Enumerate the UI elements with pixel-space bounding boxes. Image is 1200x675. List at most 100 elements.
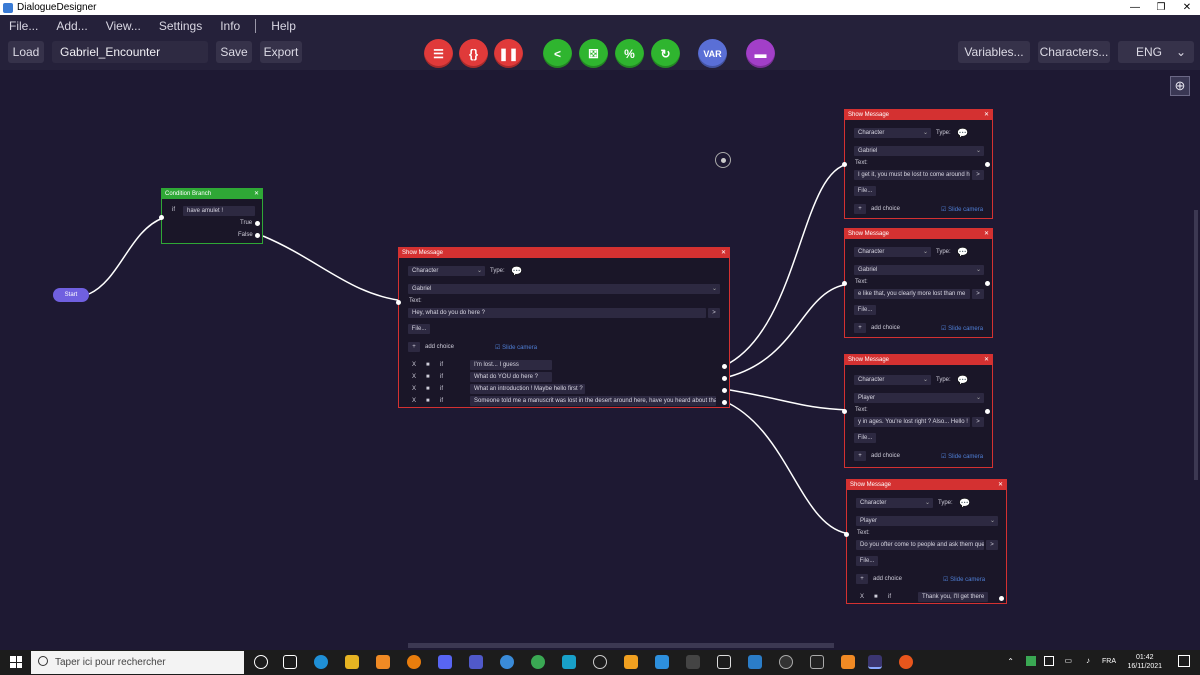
sublime-icon[interactable] [841, 655, 855, 669]
app-icon[interactable] [500, 655, 514, 669]
remove-choice-icon[interactable]: X [412, 386, 416, 392]
menu-file[interactable]: File... [0, 19, 47, 33]
teams-icon[interactable] [469, 655, 483, 669]
save-button[interactable]: Save [216, 41, 252, 63]
add-choice-button[interactable]: + [856, 574, 868, 584]
vertical-scrollbar[interactable] [1194, 210, 1198, 480]
expand-text-button[interactable]: > [972, 170, 984, 180]
app-icon[interactable] [624, 655, 638, 669]
notification-icon[interactable] [1178, 655, 1190, 667]
app-icon[interactable] [717, 655, 731, 669]
menu-settings[interactable]: Settings [150, 19, 211, 33]
add-choice-button[interactable]: + [854, 451, 866, 461]
add-branch-button[interactable]: < [543, 39, 572, 68]
slide-camera-checkbox[interactable]: ☑ Slide camera [495, 344, 537, 351]
unreal-icon[interactable] [779, 655, 793, 669]
character-select[interactable]: Gabriel ⌄ [854, 265, 984, 275]
discord-icon[interactable] [438, 655, 452, 669]
output-port[interactable] [985, 281, 990, 286]
add-random-button[interactable]: ⚄ [579, 39, 608, 68]
choice-text-input[interactable]: What do YOU do here ? [470, 372, 552, 382]
tray-app-icon[interactable] [1044, 656, 1054, 666]
true-port[interactable] [255, 221, 260, 226]
character-select[interactable]: Player ⌄ [854, 393, 984, 403]
chrome-icon[interactable] [531, 655, 545, 669]
maximize-button[interactable]: ❐ [1148, 0, 1174, 15]
firefox-icon[interactable] [899, 655, 913, 669]
choice-port[interactable] [722, 364, 727, 369]
choice-checkbox[interactable]: ■ [426, 374, 430, 380]
app-icon[interactable] [748, 655, 762, 669]
menu-add[interactable]: Add... [47, 19, 96, 33]
add-wait-button[interactable]: ❚❚ [494, 39, 523, 68]
horizontal-scrollbar[interactable] [408, 643, 834, 648]
character-select[interactable]: Gabriel ⌄ [408, 284, 720, 294]
tray-app-icon[interactable] [1026, 656, 1036, 666]
file-button[interactable]: File... [856, 556, 878, 566]
remove-choice-icon[interactable]: X [412, 374, 416, 380]
input-port[interactable] [842, 162, 847, 167]
epic-games-icon[interactable] [810, 655, 824, 669]
choice-text-input[interactable]: Thank you, I'll get there [918, 592, 988, 602]
input-port[interactable] [842, 281, 847, 286]
output-port[interactable] [985, 162, 990, 167]
add-repeat-button[interactable]: ↻ [651, 39, 680, 68]
app-icon[interactable] [562, 655, 576, 669]
add-choice-button[interactable]: + [854, 204, 866, 214]
slide-camera-checkbox[interactable]: ☑ Slide camera [943, 576, 985, 583]
close-icon[interactable]: ✕ [984, 355, 989, 365]
message-node-reply3[interactable]: Show Message ✕ Character ⌄ Type: 💬 Player… [842, 354, 993, 468]
false-port[interactable] [255, 233, 260, 238]
choice-text-input[interactable]: I'm lost... I guess [470, 360, 552, 370]
close-icon[interactable]: ✕ [254, 189, 259, 199]
character-select[interactable]: Gabriel ⌄ [854, 146, 984, 156]
slide-camera-checkbox[interactable]: ☑ Slide camera [941, 206, 983, 213]
vscode-icon[interactable] [655, 655, 669, 669]
file-button[interactable]: File... [854, 186, 876, 196]
remove-choice-icon[interactable]: X [412, 362, 416, 368]
output-port[interactable] [985, 409, 990, 414]
start-node[interactable]: Start [53, 288, 89, 302]
speech-bubble-icon[interactable]: 💬 [957, 247, 968, 258]
close-icon[interactable]: ✕ [984, 229, 989, 239]
menu-info[interactable]: Info [211, 19, 249, 33]
characters-button[interactable]: Characters... [1038, 41, 1110, 63]
input-port[interactable] [396, 300, 401, 305]
slide-camera-checkbox[interactable]: ☑ Slide camera [941, 453, 983, 460]
menu-help[interactable]: Help [262, 19, 305, 33]
choice-text-input[interactable]: Someone told me a manuscrit was lost in … [470, 396, 716, 406]
speech-bubble-icon[interactable]: 💬 [959, 498, 970, 509]
close-icon[interactable]: ✕ [984, 110, 989, 120]
slide-camera-checkbox[interactable]: ☑ Slide camera [941, 325, 983, 332]
add-variable-button[interactable]: VAR [698, 39, 727, 68]
input-port[interactable] [844, 532, 849, 537]
add-message-button[interactable]: ☰ [424, 39, 453, 68]
choice-text-input[interactable]: What an introduction ! Maybe hello first… [470, 384, 585, 394]
add-choice-button[interactable]: + [408, 342, 420, 352]
volume-icon[interactable]: ♪ [1086, 656, 1090, 665]
expand-text-button[interactable]: > [708, 308, 720, 318]
choice-checkbox[interactable]: ■ [874, 594, 878, 600]
remove-choice-icon[interactable]: X [412, 398, 416, 404]
message-node-reply2[interactable]: Show Message ✕ Character ⌄ Type: 💬 Gabrie… [842, 228, 993, 338]
condition-input[interactable]: have amulet ! [183, 206, 255, 216]
expand-text-button[interactable]: > [972, 289, 984, 299]
file-button[interactable]: File... [854, 433, 876, 443]
file-explorer-icon[interactable] [345, 655, 359, 669]
add-comment-button[interactable]: ▬ [746, 39, 775, 68]
close-button[interactable]: ✕ [1174, 0, 1200, 15]
cortana-icon[interactable] [254, 655, 268, 669]
vlc-icon[interactable] [376, 655, 390, 669]
app-icon[interactable] [686, 655, 700, 669]
file-button[interactable]: File... [854, 305, 876, 315]
language-select[interactable]: ENG ⌄ [1118, 41, 1194, 63]
message-node-reply1[interactable]: Show Message ✕ Character ⌄ Type: 💬 Gabrie… [842, 109, 993, 219]
choice-port[interactable] [722, 400, 727, 405]
windows-start-icon[interactable] [10, 656, 22, 668]
character-select[interactable]: Player ⌄ [856, 516, 998, 526]
variables-button[interactable]: Variables... [958, 41, 1030, 63]
minimize-button[interactable]: — [1122, 0, 1148, 15]
chevron-up-icon[interactable]: ⌃ [1007, 657, 1014, 666]
filename-input[interactable]: Gabriel_Encounter [52, 41, 208, 63]
character-type-select[interactable]: Character ⌄ [854, 128, 931, 138]
